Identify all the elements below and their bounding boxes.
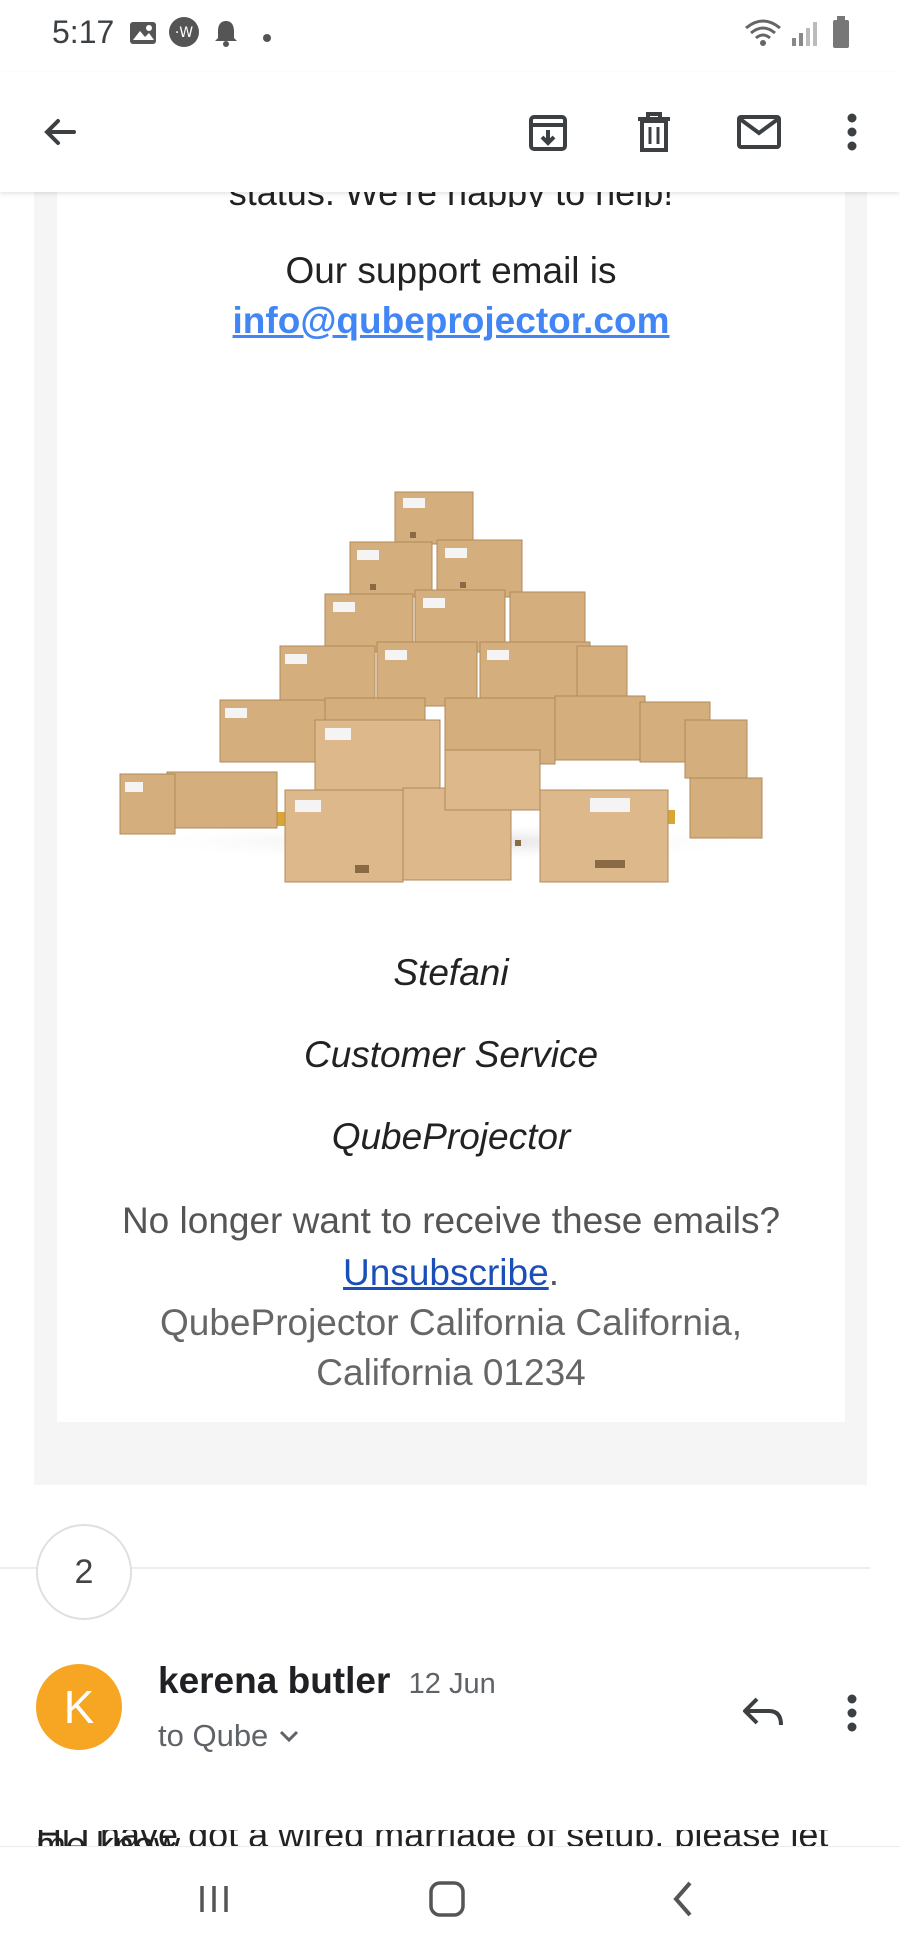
footer-address-line1: QubeProjector California California, (160, 1302, 742, 1343)
bell-icon (213, 18, 239, 53)
signature-name: Stefani (393, 952, 509, 993)
signature-company: QubeProjector (331, 1116, 571, 1157)
status-bar: 5:17 ·W (0, 0, 900, 72)
recipient-text: to Qube (158, 1718, 269, 1753)
back-icon (44, 119, 76, 145)
recipient-details-toggle[interactable]: to Qube (158, 1718, 300, 1754)
archive-button[interactable] (518, 102, 578, 162)
back-button[interactable] (30, 102, 90, 162)
mark-unread-button[interactable] (729, 102, 789, 162)
sender-line: kerena butler 12 Jun (158, 1660, 496, 1702)
unsubscribe-link[interactable]: Unsubscribe (343, 1252, 549, 1293)
email-toolbar (0, 72, 900, 192)
support-text: Our support email is (285, 250, 617, 291)
more-vert-icon (847, 1694, 857, 1732)
mark-unread-icon (737, 115, 781, 149)
w-app-icon: ·W (168, 16, 200, 53)
reply-icon (743, 1697, 783, 1726)
nav-back-button[interactable] (652, 1869, 712, 1929)
home-icon (429, 1881, 465, 1917)
unsubscribe-question: No longer want to receive these emails? (121, 1200, 781, 1241)
support-email-link[interactable]: info@qubeprojector.com (57, 300, 845, 342)
system-nav-bar (0, 1846, 900, 1951)
recents-button[interactable] (184, 1869, 244, 1929)
sender-name: kerena butler (158, 1660, 391, 1701)
avatar[interactable]: K (36, 1664, 122, 1750)
collapsed-messages-count[interactable]: 2 (36, 1524, 132, 1620)
battery-icon (832, 16, 850, 55)
message-more-button[interactable] (822, 1680, 882, 1746)
image-icon (128, 18, 158, 53)
recents-icon (200, 1886, 228, 1912)
unsubscribe-line: Unsubscribe. (57, 1252, 845, 1294)
archive-icon (529, 115, 567, 151)
signal-icon (790, 20, 818, 53)
signature-role: Customer Service (303, 1034, 599, 1075)
reply-button[interactable] (730, 1680, 796, 1746)
delete-button[interactable] (624, 102, 684, 162)
unsubscribe-period: . (548, 1252, 559, 1293)
boxes-image (85, 470, 815, 890)
message-date: 12 Jun (408, 1668, 496, 1700)
more-options-button[interactable] (822, 102, 882, 162)
home-button[interactable] (417, 1869, 477, 1929)
svg-text:·W: ·W (175, 25, 193, 41)
back-nav-icon (673, 1881, 692, 1917)
more-vert-icon (847, 113, 857, 151)
status-time: 5:17 (52, 14, 115, 50)
wifi-icon (744, 18, 782, 53)
dot-icon (262, 30, 272, 48)
footer-address-line2: California 01234 (316, 1352, 586, 1393)
chevron-down-icon (280, 1730, 299, 1743)
delete-icon (638, 112, 670, 152)
